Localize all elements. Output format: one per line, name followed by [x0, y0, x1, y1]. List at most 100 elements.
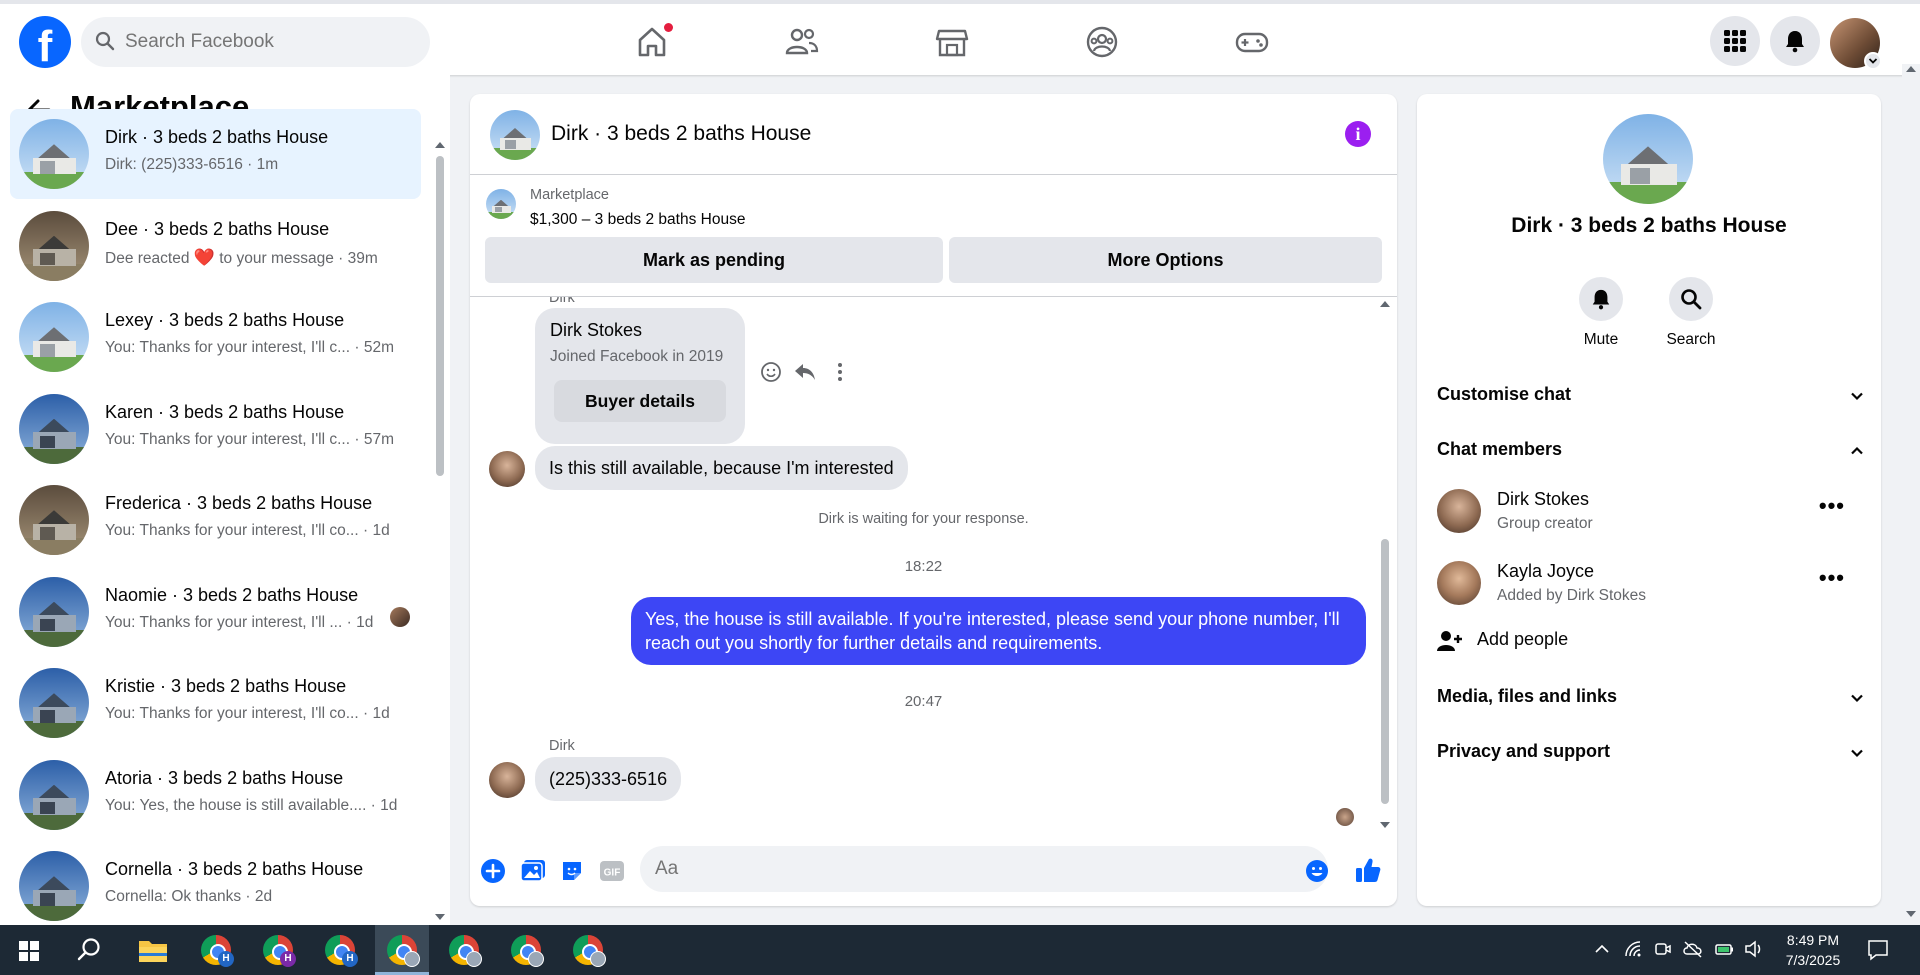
chrome-window-icon[interactable]: H: [313, 925, 367, 975]
mute-button[interactable]: Mute: [1561, 277, 1641, 349]
more-actions-plus-icon[interactable]: [480, 858, 506, 889]
chat-members-section[interactable]: Chat members: [1437, 431, 1865, 471]
battery-charging-icon[interactable]: [1714, 940, 1736, 963]
privacy-support-section[interactable]: Privacy and support: [1437, 733, 1865, 773]
chrome-window-icon[interactable]: [375, 925, 429, 975]
marketplace-icon[interactable]: [932, 22, 972, 62]
chat-scrollbar[interactable]: [1378, 297, 1392, 835]
scroll-down-arrow-icon[interactable]: [1906, 911, 1916, 917]
chrome-window-icon[interactable]: [437, 925, 491, 975]
member-name[interactable]: Kayla Joyce: [1497, 561, 1594, 582]
incoming-message[interactable]: Is this still available, because I'm int…: [535, 446, 908, 490]
thumbs-up-like-icon[interactable]: [1354, 856, 1382, 889]
conversation-name: Lexey · 3 beds 2 baths House: [105, 310, 345, 330]
onedrive-offline-icon[interactable]: [1682, 940, 1704, 963]
menu-grid-icon[interactable]: [1710, 16, 1760, 66]
scroll-up-arrow-icon[interactable]: [1906, 66, 1916, 72]
chat-listing-thumbnail[interactable]: [490, 110, 540, 160]
conversation-thumbnail: [19, 393, 89, 464]
scroll-up-arrow-icon[interactable]: [1380, 301, 1390, 307]
emoji-picker-icon[interactable]: [1305, 859, 1329, 888]
network-icon[interactable]: [1624, 940, 1644, 963]
notifications-bell-icon[interactable]: [1770, 16, 1820, 66]
chrome-icon: [387, 935, 420, 967]
conversation-item[interactable]: Kristie · 3 beds 2 baths House You: Thank…: [10, 658, 421, 748]
groups-icon[interactable]: [1082, 22, 1122, 62]
system-clock[interactable]: 8:49 PM 7/3/2025: [1773, 930, 1853, 970]
gif-icon[interactable]: GIF: [599, 859, 625, 888]
chat-listing-photo[interactable]: [1603, 114, 1693, 204]
more-options-button[interactable]: More Options: [949, 237, 1382, 283]
conversation-item[interactable]: Lexey · 3 beds 2 baths House You: Thanks …: [10, 292, 421, 382]
conversation-item[interactable]: Naomie · 3 beds 2 baths House You: Thanks…: [10, 567, 421, 657]
member-avatar[interactable]: [1437, 561, 1481, 605]
search-icon[interactable]: [62, 925, 116, 975]
scroll-down-arrow-icon[interactable]: [435, 914, 445, 920]
windows-start-icon[interactable]: [2, 925, 56, 975]
conversation-item[interactable]: Dee · 3 beds 2 baths House Dee reacted ❤️…: [10, 201, 421, 291]
dirk-avatar[interactable]: [489, 451, 525, 487]
clock-time: 8:49 PM: [1786, 932, 1840, 948]
member-avatar[interactable]: [1437, 489, 1481, 533]
outgoing-message[interactable]: Yes, the house is still available. If yo…: [631, 597, 1366, 665]
customise-chat-section[interactable]: Customise chat: [1437, 376, 1865, 416]
conversation-thumbnail: [19, 759, 89, 830]
chrome-window-icon[interactable]: [499, 925, 553, 975]
attach-photo-icon[interactable]: [520, 859, 546, 888]
scrollbar-thumb[interactable]: [436, 156, 444, 476]
page-scrollbar[interactable]: [1902, 64, 1920, 925]
conversation-item[interactable]: Dirk · 3 beds 2 baths House Dirk: (225)33…: [10, 109, 421, 199]
conversation-name: Atoria · 3 beds 2 baths House: [105, 767, 344, 788]
chrome-window-icon[interactable]: [561, 925, 615, 975]
listing-source: Marketplace: [530, 187, 609, 203]
member-options-icon[interactable]: •••: [1819, 565, 1845, 591]
notification-center-icon[interactable]: [1866, 938, 1890, 967]
conversation-item[interactable]: Atoria · 3 beds 2 baths House You: Yes, t…: [10, 750, 421, 840]
chrome-window-icon[interactable]: H: [251, 925, 305, 975]
add-people-button[interactable]: Add people: [1437, 621, 1737, 661]
sticker-icon[interactable]: [560, 859, 584, 888]
search-icon[interactable]: [1669, 277, 1713, 321]
member-row[interactable]: Kayla Joyce Added by Dirk Stokes •••: [1437, 557, 1865, 617]
chat-title[interactable]: Dirk · 3 beds 2 baths House: [551, 122, 811, 146]
conversation-preview: Dirk: (225)333-6516 · 1m: [105, 156, 279, 173]
conversation-item[interactable]: Frederica · 3 beds 2 baths House You: Tha…: [10, 475, 421, 565]
dirk-avatar[interactable]: [489, 762, 525, 798]
volume-icon[interactable]: [1744, 940, 1764, 963]
info-icon[interactable]: i: [1345, 121, 1371, 147]
show-hidden-icons-chevron-up-icon[interactable]: [1593, 940, 1611, 963]
scroll-up-arrow-icon[interactable]: [435, 142, 445, 148]
media-files-links-section[interactable]: Media, files and links: [1437, 678, 1865, 718]
listing-price-title[interactable]: $1,300 – 3 beds 2 baths House: [530, 211, 745, 229]
member-role: Group creator: [1497, 515, 1593, 532]
conversation-preview-line: You: Thanks for your interest, I'll co..…: [105, 705, 390, 723]
mark-as-pending-button[interactable]: Mark as pending: [485, 237, 943, 283]
search-input[interactable]: [125, 17, 415, 67]
member-name[interactable]: Dirk Stokes: [1497, 489, 1589, 510]
message-input[interactable]: [640, 846, 1328, 892]
search-bar[interactable]: [81, 17, 430, 67]
buyer-details-button[interactable]: Buyer details: [554, 380, 726, 422]
gaming-icon[interactable]: [1232, 22, 1272, 62]
scroll-down-arrow-icon[interactable]: [1380, 822, 1390, 828]
mute-bell-icon[interactable]: [1579, 277, 1623, 321]
react-emoji-icon[interactable]: [760, 361, 782, 388]
conversation-item[interactable]: Karen · 3 beds 2 baths House You: Thanks …: [10, 384, 421, 474]
conversation-preview-prefix: Dee reacted: [105, 249, 190, 267]
search-in-chat-button[interactable]: Search: [1651, 277, 1731, 349]
file-explorer-icon[interactable]: [126, 925, 180, 975]
member-options-icon[interactable]: •••: [1819, 493, 1845, 519]
listing-thumbnail[interactable]: [486, 189, 516, 219]
left-panel-scrollbar[interactable]: [434, 138, 446, 925]
facebook-logo[interactable]: f: [19, 16, 71, 68]
meet-now-icon[interactable]: [1654, 940, 1672, 963]
account-chevron-down-icon[interactable]: [1864, 52, 1882, 70]
conversation-item[interactable]: Cornella · 3 beds 2 baths House Cornella:…: [10, 841, 421, 931]
more-actions-icon[interactable]: [834, 361, 846, 388]
friends-icon[interactable]: [782, 22, 822, 62]
chrome-window-icon[interactable]: H: [189, 925, 243, 975]
reply-icon[interactable]: [793, 361, 817, 388]
scrollbar-thumb[interactable]: [1381, 539, 1389, 804]
member-row[interactable]: Dirk Stokes Group creator •••: [1437, 485, 1865, 545]
incoming-message[interactable]: (225)333-6516: [535, 757, 682, 801]
